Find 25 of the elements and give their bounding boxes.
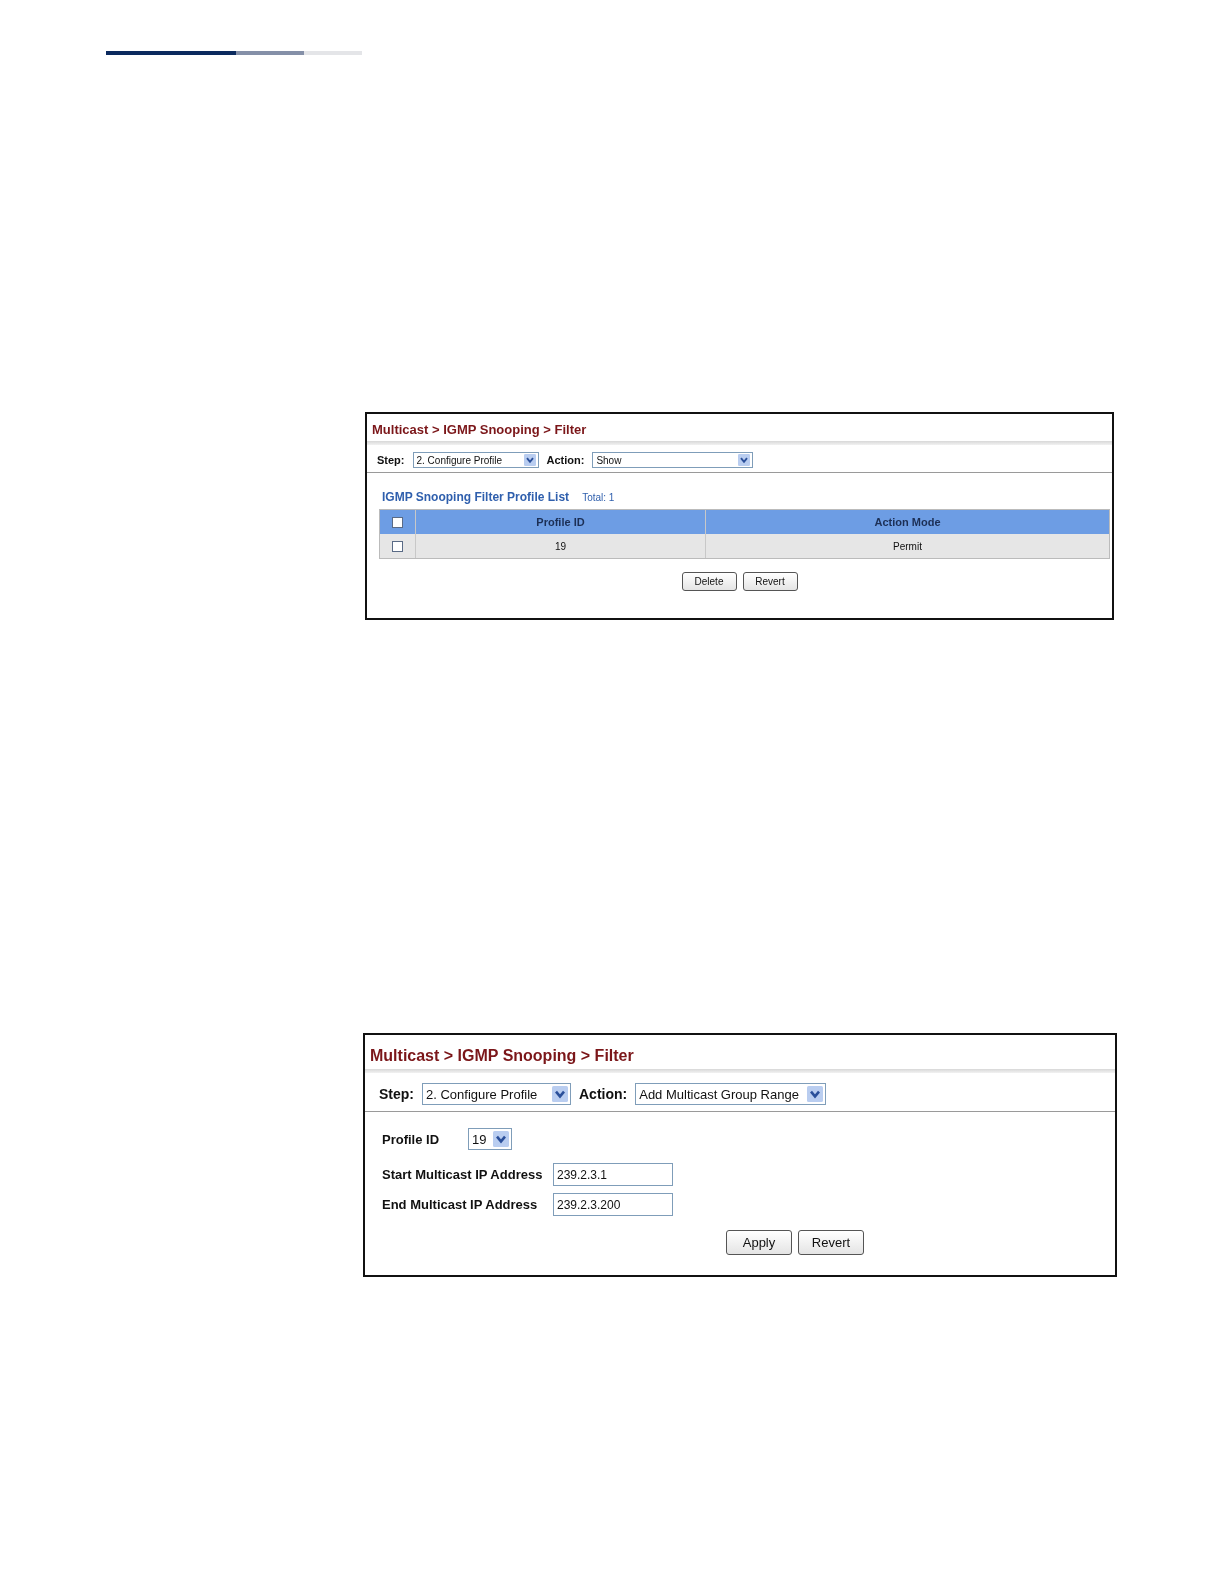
field-label: Profile ID (382, 1131, 441, 1147)
step-label: Step: (379, 1086, 414, 1102)
dropdown-arrow-icon[interactable] (523, 454, 536, 466)
column-header: Action Mode (873, 515, 942, 530)
checkbox[interactable] (392, 540, 403, 552)
dropdown[interactable]: Show (596, 454, 622, 466)
table-title: IGMP Snooping Filter Profile List (382, 490, 570, 504)
breadcrumb-title: Multicast > IGMP Snooping > Filter (369, 1046, 635, 1065)
field-label: End Multicast IP Address (382, 1197, 539, 1212)
table-cell-text: Permit (892, 539, 923, 554)
button[interactable]: Delete (681, 572, 737, 591)
action-label: Action: (579, 1086, 628, 1102)
button[interactable]: Apply (726, 1230, 792, 1255)
button[interactable]: Revert (798, 1230, 864, 1255)
button[interactable]: Revert (742, 572, 798, 591)
dropdown-arrow-icon[interactable] (738, 454, 751, 466)
input-field[interactable]: 239.2.3.200 (553, 1193, 673, 1216)
table-cell: 19 (416, 534, 706, 558)
breadcrumb-title: Multicast > IGMP Snooping > Filter (371, 421, 588, 437)
total-count: Total: 1 (582, 492, 615, 503)
checkbox[interactable] (392, 516, 403, 528)
field-label: Start Multicast IP Address (382, 1167, 544, 1182)
step-label: Step: (377, 454, 405, 466)
input-field[interactable]: 239.2.3.1 (553, 1163, 673, 1186)
action-label: Action: (546, 454, 585, 466)
